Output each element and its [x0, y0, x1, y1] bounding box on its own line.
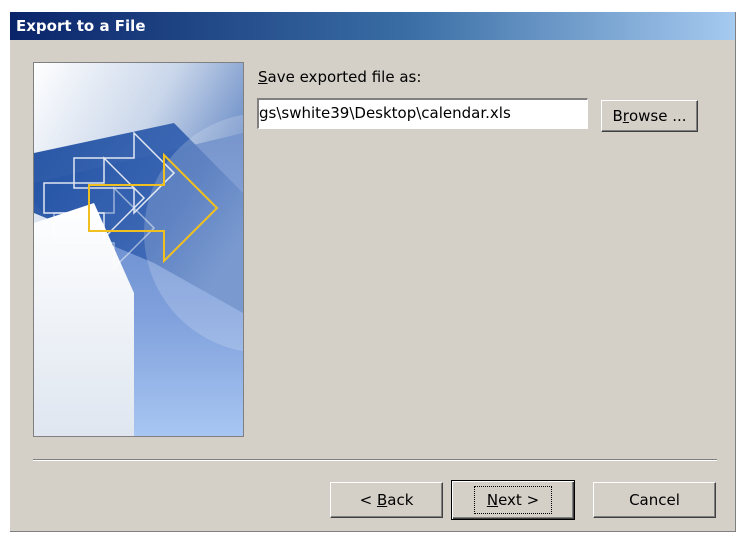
back-button[interactable]: < Back [330, 482, 443, 518]
cancel-button[interactable]: Cancel [593, 482, 716, 518]
wizard-image [33, 62, 244, 437]
browse-label-rest: owse ... [628, 107, 687, 125]
next-label-rest: ext > [498, 491, 540, 509]
export-path-value: gs\swhite39\Desktop\calendar.xls [259, 104, 511, 122]
export-path-input[interactable]: gs\swhite39\Desktop\calendar.xls [257, 98, 588, 129]
save-as-label: Save exported file as: [258, 68, 421, 86]
save-label-mnemonic: S [258, 68, 268, 86]
back-label-mnemonic: B [376, 491, 388, 509]
export-dialog: Export to a File Save exported file as: … [10, 12, 736, 532]
browse-button[interactable]: Br owse ... [601, 100, 698, 132]
title-bar: Export to a File [10, 12, 735, 40]
cancel-label: Cancel [629, 491, 680, 509]
next-label-mnemonic: N [486, 491, 499, 509]
back-label-prefix: < [359, 491, 377, 509]
button-separator [33, 459, 717, 461]
focus-rectangle: Next > [473, 486, 553, 514]
export-arrows-graphic-icon [34, 63, 243, 436]
back-label-rest: ack [387, 491, 414, 509]
next-button[interactable]: Next > [451, 480, 575, 520]
save-label-text: ave exported file as: [267, 68, 422, 86]
window-title: Export to a File [16, 17, 146, 35]
browse-label-prefix: B [612, 107, 623, 125]
